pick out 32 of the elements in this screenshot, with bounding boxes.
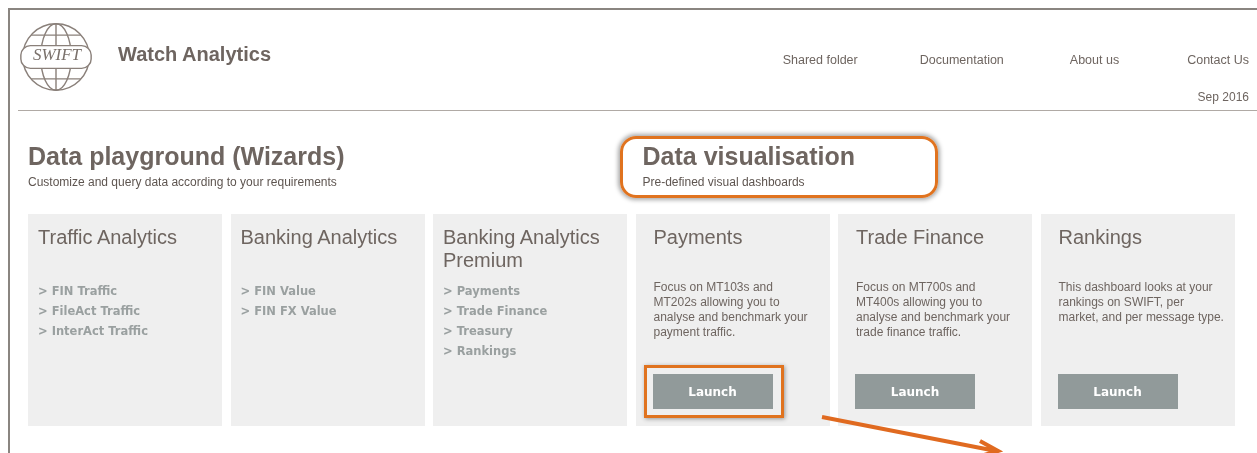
section-subtitle: Customize and query data according to your requirements: [28, 175, 338, 189]
card-title: Banking Analytics Premium: [443, 226, 601, 272]
card-title: Rankings: [1058, 226, 1143, 250]
nav-link[interactable]: Shared folder: [782, 53, 858, 67]
card-link[interactable]: > FIN Traffic: [38, 284, 212, 298]
launch-button[interactable]: Launch: [652, 374, 773, 409]
nav-link[interactable]: About us: [1069, 53, 1120, 67]
launch-button[interactable]: Launch: [1057, 374, 1178, 409]
card-description: Focus on MT103s and MT202s allowing you to analyse and benchmark your payment traffic.: [653, 280, 809, 341]
app-title: Watch Analytics: [118, 42, 271, 66]
section-title: Data playground (Wizards): [28, 142, 346, 171]
card-link[interactable]: > Rankings: [443, 344, 617, 358]
card-description: Focus on MT700s and MT400s allowing you to analyse and benchmark your trade finance traffic.: [856, 280, 1012, 341]
card-link[interactable]: > Treasury: [443, 324, 617, 338]
launch-button[interactable]: Launch: [855, 374, 975, 409]
logo-text: SWIFT: [31, 45, 83, 65]
card-link[interactable]: > FIN FX Value: [240, 304, 415, 318]
card-link[interactable]: > FileAct Traffic: [38, 304, 212, 318]
card-link[interactable]: > Payments: [443, 284, 617, 298]
card-link[interactable]: > InterAct Traffic: [38, 324, 212, 338]
section-title: Data visualisation: [642, 142, 857, 171]
nav-link[interactable]: Documentation: [919, 53, 1004, 67]
card-title: Banking Analytics: [240, 226, 399, 250]
nav-link[interactable]: Contact Us: [1187, 53, 1249, 67]
card-title: Trade Finance: [856, 226, 986, 250]
card-link[interactable]: > Trade Finance: [443, 304, 617, 318]
section-subtitle: Pre-defined visual dashboards: [642, 175, 806, 189]
card-link[interactable]: > FIN Value: [240, 284, 415, 298]
card-description: This dashboard looks at your rankings on SWIFT, per market, and per message type.: [1058, 280, 1225, 326]
card-title: Payments: [653, 226, 744, 250]
card-title: Traffic Analytics: [38, 226, 178, 250]
date-label: Sep 2016: [1197, 90, 1249, 104]
